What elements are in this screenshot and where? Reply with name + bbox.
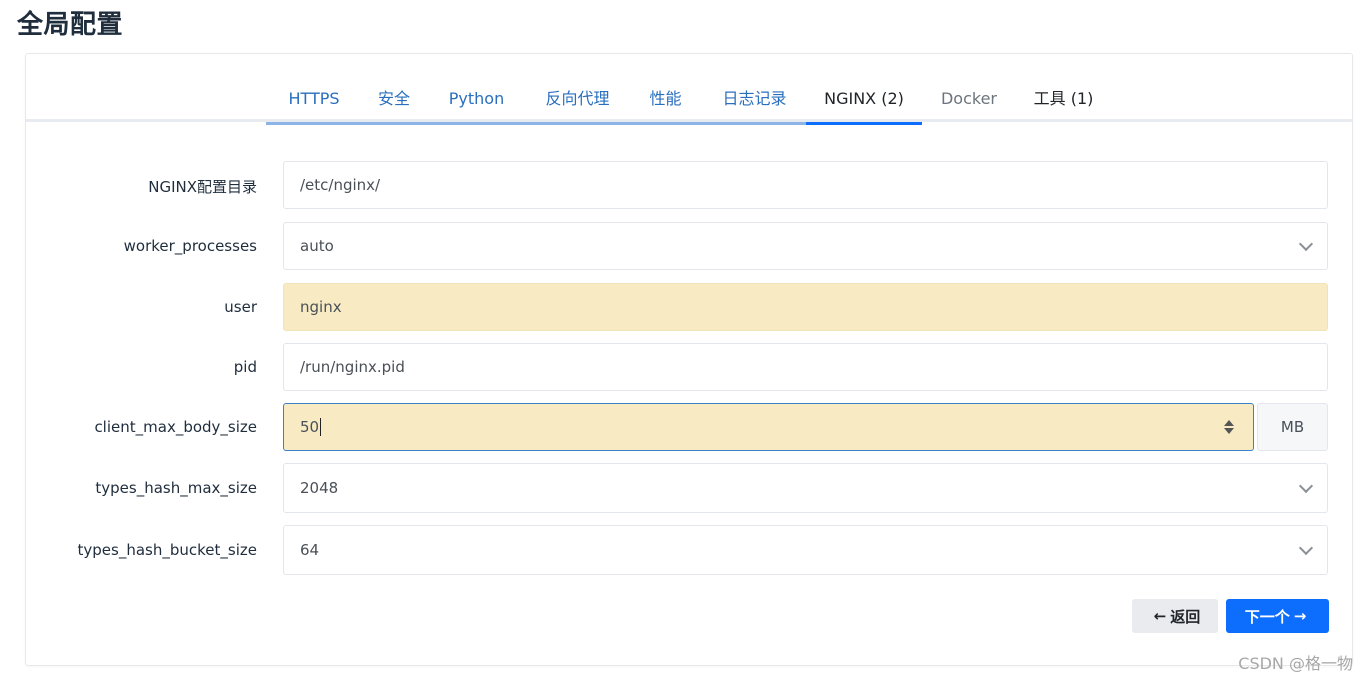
arrow-right-icon: → (1293, 607, 1307, 625)
tab-python[interactable]: Python (426, 84, 527, 125)
nginx-dir-input[interactable]: /etc/nginx/ (283, 161, 1328, 209)
tab-underline (527, 122, 628, 125)
types-hash-bucket-size-label: types_hash_bucket_size (77, 541, 257, 559)
pid-label: pid (233, 358, 257, 376)
text-caret (320, 418, 322, 436)
chevron-down-icon (1298, 478, 1314, 494)
tab-nginx[interactable]: NGINX (2) (806, 84, 922, 125)
tab-underline (266, 122, 362, 125)
user-label: user (224, 298, 257, 316)
tab-tools[interactable]: 工具 (1) (1016, 84, 1111, 122)
user-input[interactable]: nginx (283, 283, 1328, 331)
watermark: CSDN @格一物 (1238, 654, 1353, 673)
number-spinner-icon[interactable] (1223, 418, 1235, 436)
unit-addon: MB (1257, 403, 1328, 451)
arrow-left-icon: ← (1153, 607, 1167, 625)
tab-bar: HTTPS 安全 Python 反向代理 性能 日志记录 NGINX (2) D… (26, 84, 1352, 125)
worker-processes-label: worker_processes (123, 237, 257, 255)
nginx-dir-label: NGINX配置目录 (148, 178, 257, 196)
tab-docker[interactable]: Docker (922, 84, 1016, 122)
tab-reverse-proxy[interactable]: 反向代理 (527, 84, 628, 125)
tab-underline (426, 122, 527, 125)
tab-security[interactable]: 安全 (362, 84, 426, 125)
types-hash-max-size-select[interactable]: 2048 (283, 463, 1328, 513)
next-button[interactable]: 下一个 → (1226, 599, 1329, 633)
tab-underline (362, 122, 426, 125)
page-title: 全局配置 (17, 10, 124, 40)
chevron-down-icon (1298, 540, 1314, 556)
tab-performance[interactable]: 性能 (628, 84, 703, 125)
tab-logging[interactable]: 日志记录 (703, 84, 806, 125)
back-button[interactable]: ← 返回 (1132, 599, 1218, 633)
pid-input[interactable]: /run/nginx.pid (283, 343, 1328, 391)
worker-processes-select[interactable]: auto (283, 222, 1328, 270)
tab-underline (806, 122, 922, 125)
types-hash-max-size-label: types_hash_max_size (95, 479, 257, 497)
client-max-body-size-label: client_max_body_size (94, 418, 257, 436)
types-hash-bucket-size-select[interactable]: 64 (283, 525, 1328, 575)
chevron-down-icon (1298, 236, 1314, 252)
tab-underline (703, 122, 806, 125)
tab-underline (628, 122, 703, 125)
config-card: HTTPS 安全 Python 反向代理 性能 日志记录 NGINX (2) D… (25, 53, 1353, 666)
client-max-body-size-input[interactable]: 50 (283, 403, 1254, 451)
tab-https[interactable]: HTTPS (266, 84, 362, 125)
